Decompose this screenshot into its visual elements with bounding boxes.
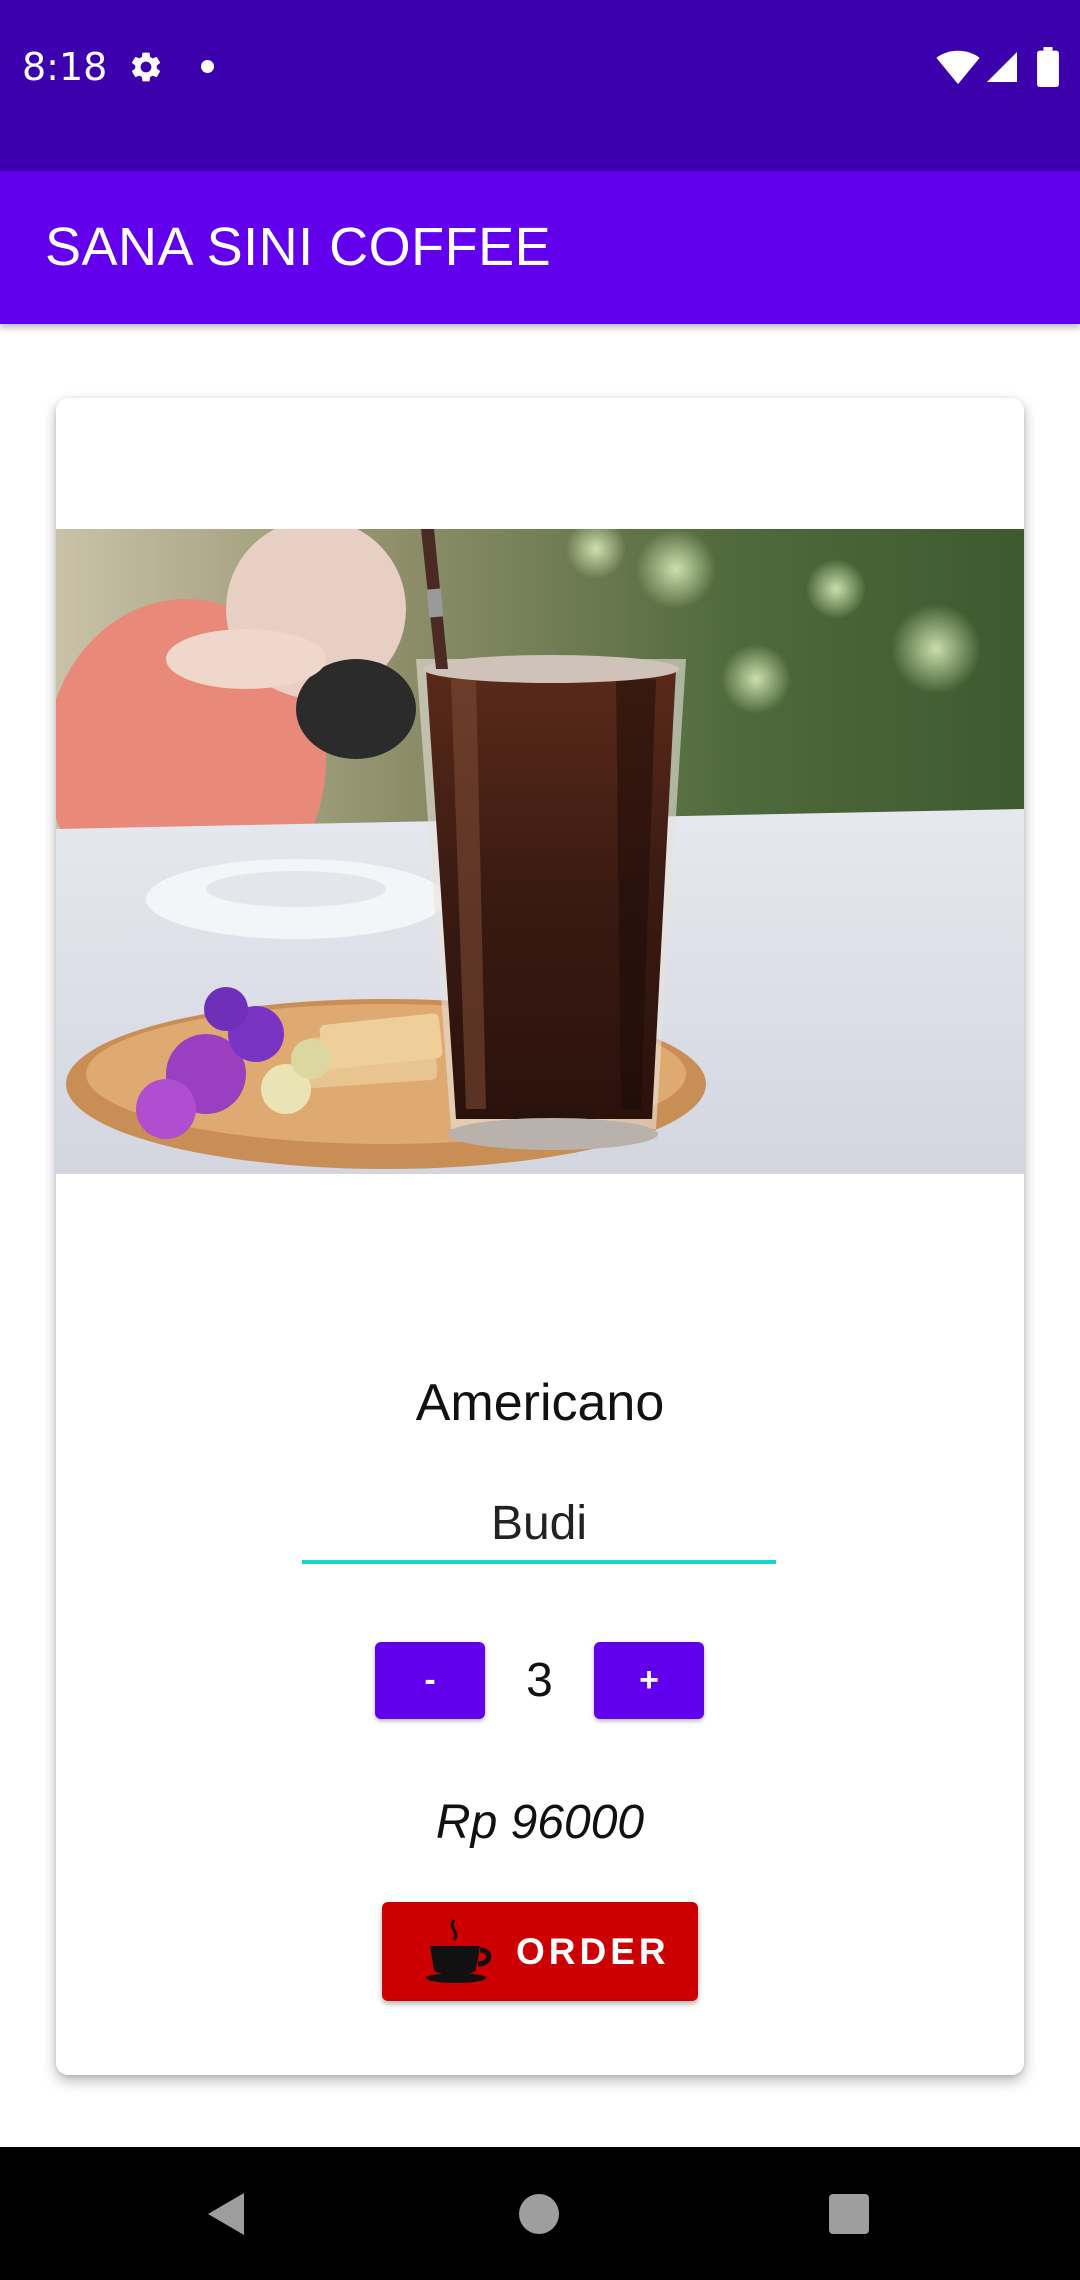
- status-time: 8:18: [22, 45, 108, 89]
- decrement-button[interactable]: -: [375, 1642, 485, 1719]
- home-icon[interactable]: [519, 2194, 559, 2234]
- navigation-bar: [0, 2147, 1080, 2280]
- total-price: Rp 96000: [435, 1796, 645, 1849]
- signal-icon: [987, 52, 1017, 82]
- battery-icon: [1037, 47, 1059, 87]
- quantity-value: 3: [526, 1654, 553, 1707]
- product-card: Americano - 3 + Rp 96000 ORDER: [56, 398, 1024, 2075]
- app-screen: 8:18 SANA SINI COFFEE Americano Budi - 3…: [0, 0, 1080, 2280]
- customer-name-input[interactable]: [302, 1488, 776, 1558]
- back-icon[interactable]: [204, 2191, 246, 2237]
- order-button[interactable]: ORDER: [382, 1902, 698, 2001]
- content-area[interactable]: Americano - 3 + Rp 96000 ORDER: [0, 324, 1080, 2147]
- recents-icon[interactable]: [829, 2194, 869, 2234]
- order-button-label: ORDER: [516, 1931, 670, 1972]
- increment-button[interactable]: +: [594, 1642, 704, 1719]
- customer-name-field[interactable]: [302, 1488, 776, 1564]
- product-name: Americano: [415, 1374, 665, 1432]
- coffee-cup-icon: [426, 1919, 492, 1983]
- notification-dot-icon: [201, 60, 214, 73]
- wifi-icon: [936, 50, 980, 85]
- status-bar: 8:18: [0, 0, 1080, 171]
- app-bar: SANA SINI COFFEE: [0, 171, 1080, 324]
- app-title: SANA SINI COFFEE: [45, 217, 552, 277]
- product-image: [56, 529, 1024, 1174]
- gear-icon: [131, 52, 161, 82]
